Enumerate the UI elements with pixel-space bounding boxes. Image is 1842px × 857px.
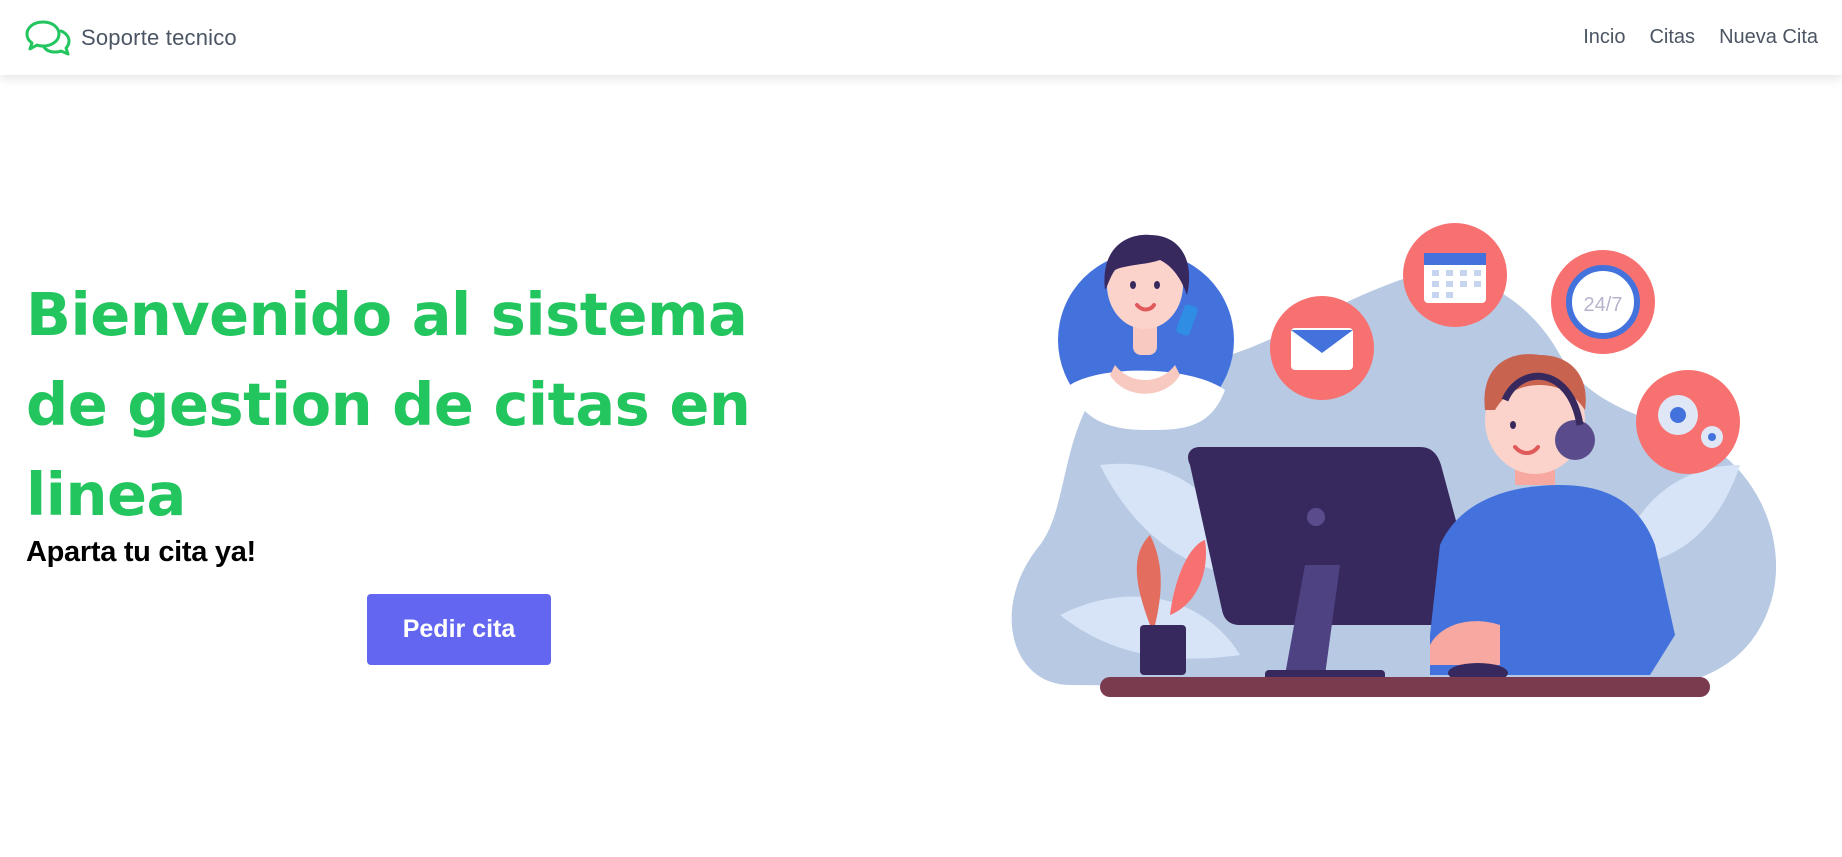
nav-item-inicio: Incio	[1583, 26, 1625, 49]
desk	[1100, 677, 1710, 697]
nav-links: Incio Citas Nueva Cita	[1583, 26, 1818, 49]
hero-title: Bienvenido al sistema de gestion de cita…	[26, 280, 751, 529]
clock-24-7-label: 24/7	[1584, 294, 1623, 316]
nav-item-nueva-cita: Nueva Cita	[1719, 26, 1818, 49]
brand-link[interactable]: Soporte tecnico	[25, 19, 237, 57]
book-appointment-button[interactable]: Pedir cita	[367, 594, 551, 665]
envelope-icon	[1270, 296, 1374, 400]
nav-item-citas: Citas	[1649, 26, 1695, 49]
calendar-icon	[1403, 223, 1507, 327]
hero-section: Bienvenido al sistema de gestion de cita…	[26, 270, 816, 569]
brand-name: Soporte tecnico	[81, 24, 237, 50]
support-agent-illustration: 24/7	[1011, 223, 1777, 697]
nav-link-citas[interactable]: Citas	[1649, 26, 1695, 48]
clock-icon: 24/7	[1551, 250, 1655, 354]
nav-link-inicio[interactable]: Incio	[1583, 26, 1625, 48]
customer-avatar	[1058, 234, 1234, 430]
nav-link-nueva-cita[interactable]: Nueva Cita	[1719, 26, 1818, 48]
top-navbar: Soporte tecnico Incio Citas Nueva Cita	[0, 0, 1842, 75]
gears-icon	[1636, 370, 1740, 474]
hero-subtitle: Aparta tu cita ya!	[26, 536, 256, 568]
chat-bubbles-icon	[25, 20, 71, 55]
